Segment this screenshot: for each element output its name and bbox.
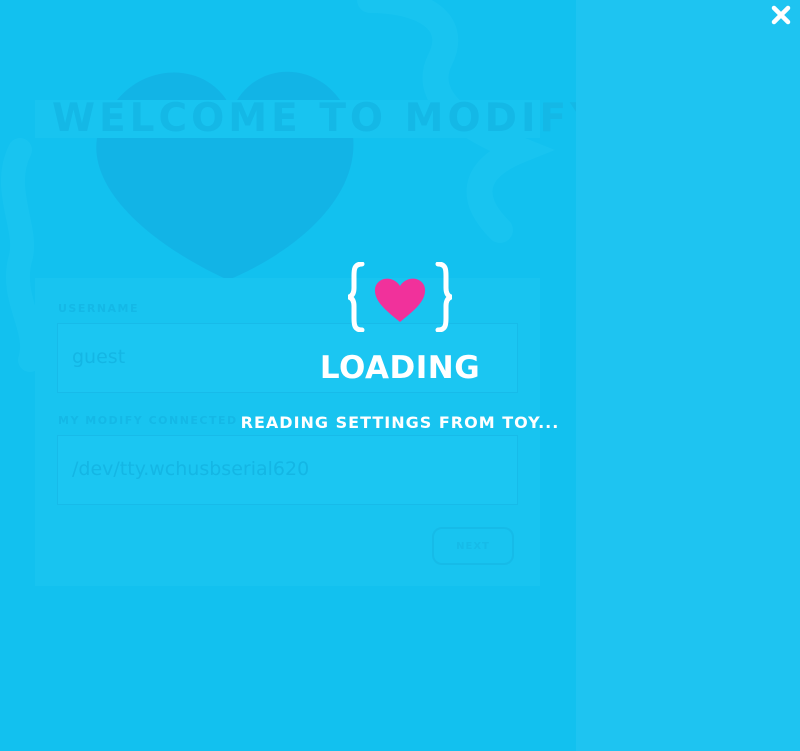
next-button[interactable]: NEXT: [432, 527, 514, 565]
loading-title: LOADING: [319, 350, 481, 386]
close-x-icon: [771, 5, 791, 25]
heart-in-braces-logo: [348, 262, 452, 332]
port-field[interactable]: /dev/tty.wchusbserial620: [57, 435, 518, 505]
port-value: /dev/tty.wchusbserial620: [72, 458, 310, 480]
close-button[interactable]: [770, 4, 792, 26]
loading-status: READING SETTINGS FROM TOY...: [240, 413, 560, 432]
username-label: USERNAME: [58, 302, 140, 315]
welcome-title: WELCOME TO MODIFY: [52, 96, 576, 141]
